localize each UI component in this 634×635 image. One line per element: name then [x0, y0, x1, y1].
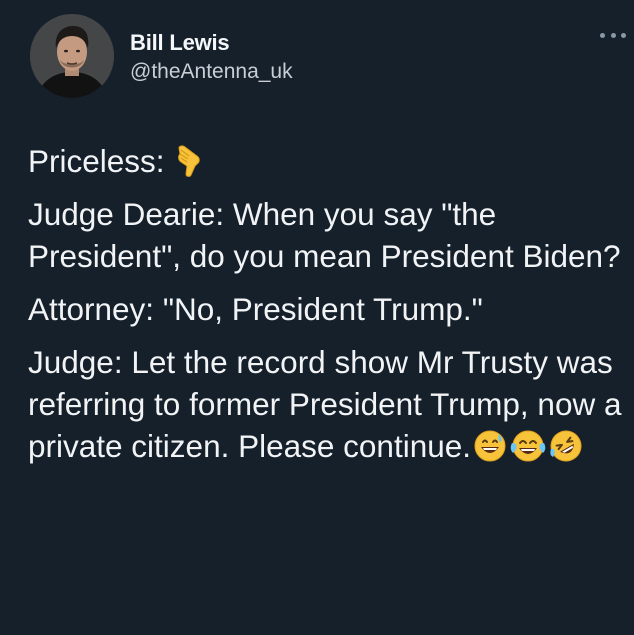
rolling-on-the-floor-laughing-icon — [549, 429, 583, 463]
tweet-paragraph-4: Judge: Let the record show Mr Trusty was… — [28, 341, 624, 467]
grinning-face-with-sweat-icon — [473, 429, 507, 463]
tweet-paragraph-3: Attorney: "No, President Trump." — [28, 291, 483, 327]
more-dot — [600, 32, 605, 38]
author-display-name[interactable]: Bill Lewis — [130, 30, 230, 56]
more-dot — [621, 32, 626, 38]
tweet-line-priceless: Priceless: — [28, 143, 165, 179]
more-dots-icon[interactable] — [600, 30, 626, 40]
face-with-tears-of-joy-icon — [509, 429, 547, 463]
more-dot — [610, 32, 616, 38]
tweet-card: Bill Lewis @theAntenna_uk Priceless: Jud… — [0, 0, 634, 635]
author-handle[interactable]: @theAntenna_uk — [130, 60, 293, 84]
avatar[interactable] — [30, 14, 114, 98]
backhand-index-pointing-down-icon — [175, 144, 203, 178]
tweet-text: Priceless: Judge Dearie: When you say "t… — [28, 140, 624, 478]
tweet-paragraph-1: Priceless: — [28, 140, 624, 182]
avatar-photo — [30, 14, 114, 98]
tweet-paragraph-2: Judge Dearie: When you say "the Presiden… — [28, 196, 621, 274]
